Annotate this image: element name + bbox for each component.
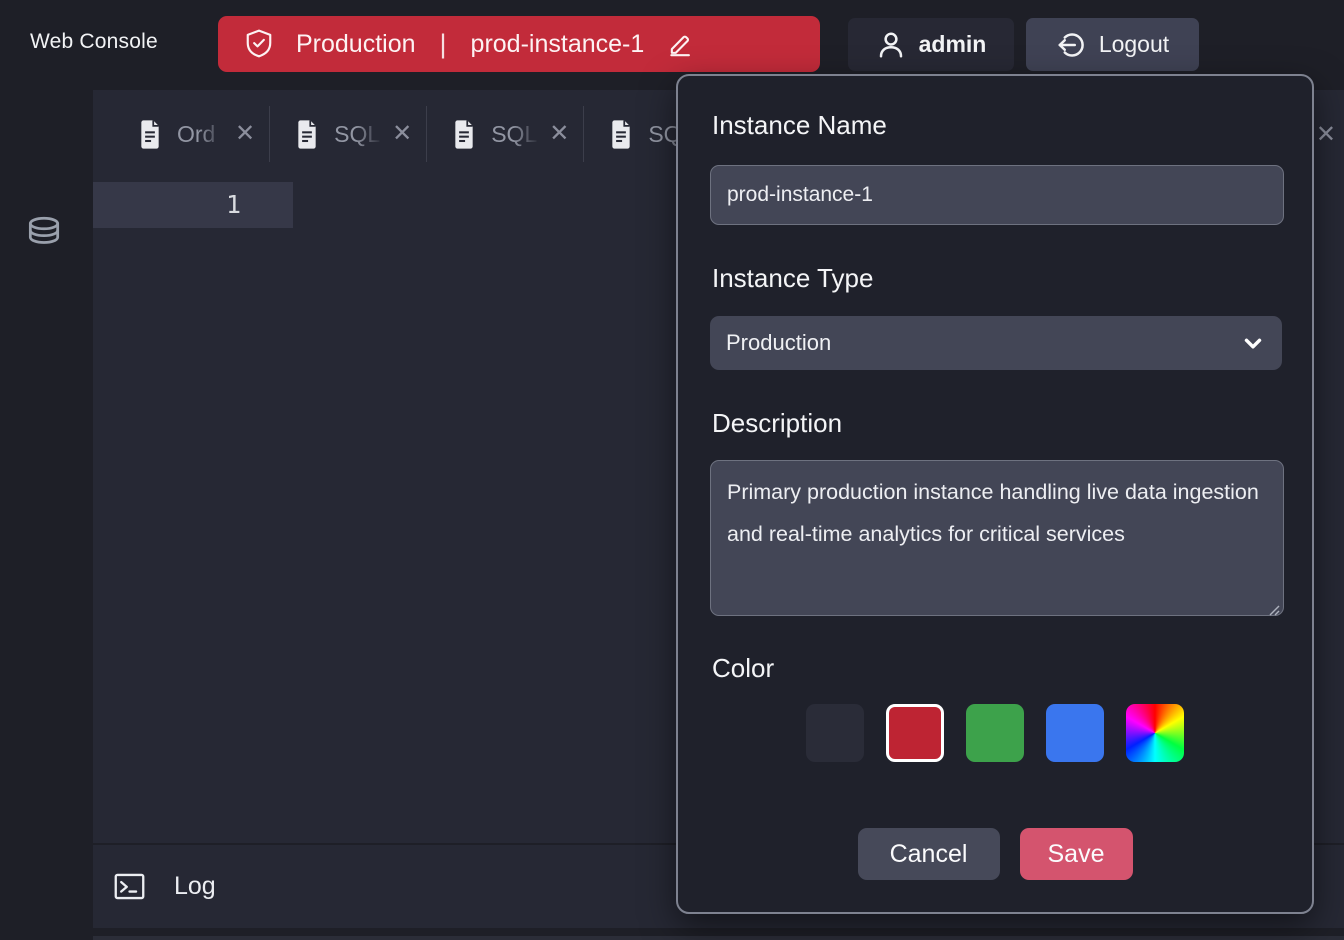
color-swatch-green[interactable] [966, 704, 1024, 762]
close-icon[interactable]: ✕ [233, 120, 257, 148]
color-swatch-blue[interactable] [1046, 704, 1104, 762]
close-icon[interactable]: ✕ [1316, 120, 1336, 149]
user-button[interactable]: admin [848, 18, 1014, 71]
logout-label: Logout [1099, 31, 1169, 58]
shield-check-icon [244, 27, 274, 61]
log-label: Log [174, 872, 216, 901]
database-icon[interactable] [24, 204, 64, 262]
tab-sql-1[interactable]: SQL ✕ [270, 90, 426, 178]
dialog-actions: Cancel Save [678, 828, 1312, 880]
file-icon [137, 119, 163, 150]
edit-icon[interactable] [666, 30, 694, 58]
user-icon [876, 30, 906, 60]
color-label: Color [712, 653, 774, 684]
app-title: Web Console [30, 30, 158, 54]
badge-environment: Production [296, 30, 416, 59]
close-icon[interactable]: ✕ [547, 120, 571, 148]
color-swatch-red[interactable] [886, 704, 944, 762]
close-icon[interactable]: ✕ [390, 120, 414, 148]
instance-name-label: Instance Name [712, 110, 887, 141]
user-name: admin [919, 31, 987, 58]
instance-badge[interactable]: Production | prod-instance-1 [218, 16, 820, 72]
terminal-icon [113, 870, 146, 903]
chevron-down-icon [1240, 330, 1266, 356]
tab-orders[interactable]: Ord ✕ [113, 90, 269, 178]
instance-type-select[interactable]: Production [710, 316, 1282, 370]
logout-icon [1056, 30, 1086, 60]
color-swatch-default[interactable] [806, 704, 864, 762]
description-label: Description [712, 408, 842, 439]
color-swatch-row [678, 704, 1312, 762]
tab-label: Ord [177, 121, 225, 148]
save-button[interactable]: Save [1020, 828, 1133, 880]
file-icon [451, 119, 477, 150]
tab-label: SQL [334, 121, 382, 148]
resize-handle-icon[interactable] [1268, 604, 1280, 616]
instance-type-value: Production [726, 330, 831, 356]
tab-sql-2[interactable]: SQL ✕ [427, 90, 583, 178]
bottom-divider [93, 936, 1344, 940]
instance-type-label: Instance Type [712, 263, 873, 294]
file-icon [608, 119, 634, 150]
file-icon [294, 119, 320, 150]
instance-name-input[interactable] [710, 165, 1284, 225]
cancel-button[interactable]: Cancel [858, 828, 1000, 880]
badge-instance-name: prod-instance-1 [471, 30, 645, 59]
tab-label: SQL [491, 121, 539, 148]
edit-instance-dialog: Instance Name Instance Type Production D… [676, 74, 1314, 914]
color-swatch-rainbow[interactable] [1126, 704, 1184, 762]
sidebar [0, 90, 93, 940]
description-textarea[interactable]: Primary production instance handling liv… [710, 460, 1284, 616]
gutter-line-number: 1 [93, 182, 293, 228]
logout-button[interactable]: Logout [1026, 18, 1199, 71]
badge-separator: | [440, 29, 447, 60]
